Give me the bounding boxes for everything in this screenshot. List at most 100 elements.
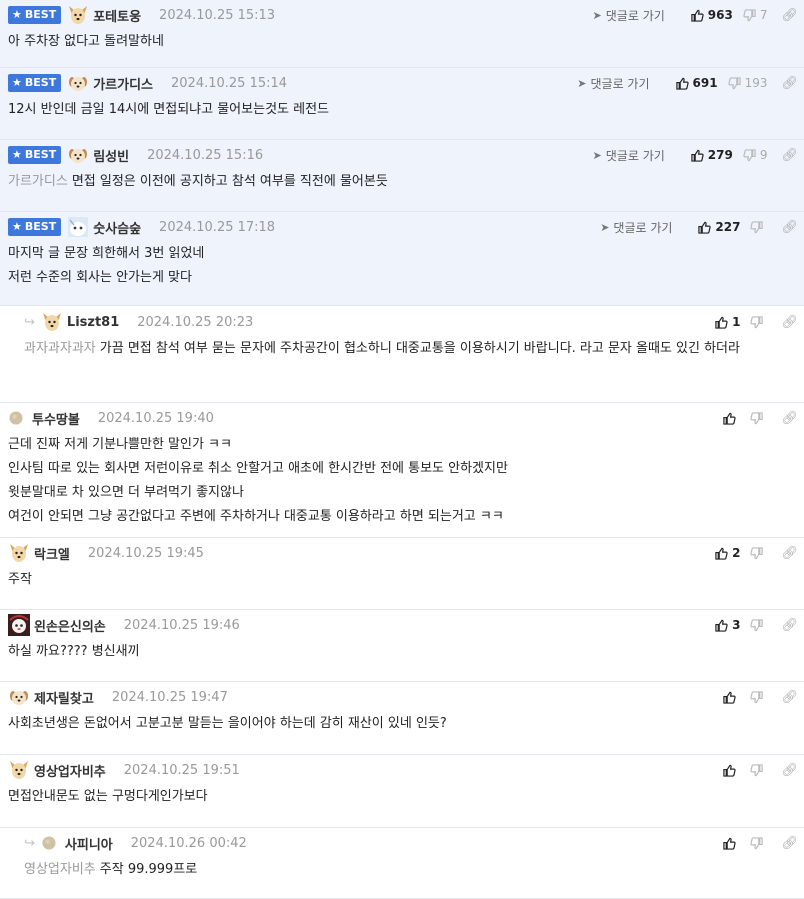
- send-icon: ➤: [592, 8, 602, 22]
- link-icon[interactable]: 🔗︎: [781, 76, 798, 91]
- avatar[interactable]: [41, 835, 57, 851]
- thumb-down-icon: [727, 76, 741, 90]
- avatar[interactable]: [8, 614, 30, 636]
- downvote-button[interactable]: [750, 618, 767, 632]
- nickname[interactable]: 제자릴찾고: [34, 688, 94, 707]
- comment: 왼손은신의손 2024.10.25 19:46 3 🔗︎ 하실 까요???? 병신새끼: [0, 610, 804, 682]
- comment-actions: 🔗︎: [713, 682, 798, 712]
- star-icon: ★: [12, 220, 22, 233]
- avatar[interactable]: [8, 759, 30, 781]
- comment-date: 2024.10.25 15:14: [171, 75, 288, 91]
- comment-actions: 3 🔗︎: [705, 610, 798, 640]
- downvote-button[interactable]: 7: [743, 8, 767, 22]
- avatar[interactable]: [8, 686, 30, 708]
- link-icon[interactable]: 🔗︎: [781, 8, 798, 23]
- downvote-button[interactable]: [750, 546, 767, 560]
- comment-header: 투수땅볼 2024.10.25 19:40: [0, 403, 804, 433]
- comment-date: 2024.10.25 17:18: [159, 219, 276, 235]
- link-icon[interactable]: 🔗︎: [781, 836, 798, 851]
- nickname[interactable]: Liszt81: [67, 315, 119, 330]
- upvote-button[interactable]: [723, 691, 740, 704]
- link-icon[interactable]: 🔗︎: [781, 220, 798, 235]
- link-icon[interactable]: 🔗︎: [781, 618, 798, 633]
- upvote-count: 279: [707, 148, 733, 162]
- comment-actions: 🔗︎: [713, 828, 798, 858]
- comment-header: 락크엘 2024.10.25 19:45: [0, 538, 804, 568]
- comment-date: 2024.10.25 15:16: [147, 147, 264, 163]
- link-icon[interactable]: 🔗︎: [781, 411, 798, 426]
- upvote-button[interactable]: 691: [675, 76, 718, 90]
- goto-comment-link[interactable]: ➤ 댓글로 가기: [600, 219, 672, 236]
- comment-body: 하실 까요???? 병신새끼: [0, 640, 804, 664]
- comment-line: 면접안내문도 없는 구멍다게인가보다: [8, 789, 208, 804]
- mention[interactable]: 영상업자비추: [24, 862, 96, 877]
- best-comment: ★ BEST 포테토웅 2024.10.25 15:13 ➤ 댓글로 가기 963 7 🔗︎ 아 …: [0, 0, 804, 68]
- downvote-count: 193: [744, 76, 768, 90]
- thumb-down-icon: [750, 836, 764, 850]
- upvote-button[interactable]: 227: [698, 220, 740, 234]
- nickname[interactable]: 사피니아: [65, 834, 113, 853]
- downvote-button[interactable]: 193: [727, 76, 768, 90]
- upvote-button[interactable]: 279: [691, 148, 733, 162]
- upvote-button[interactable]: [723, 412, 740, 425]
- downvote-button[interactable]: [750, 220, 767, 234]
- downvote-button[interactable]: [750, 690, 767, 704]
- thumb-up-icon: [723, 837, 737, 850]
- downvote-button[interactable]: 9: [743, 148, 767, 162]
- nickname[interactable]: 숫사슴숲: [93, 218, 141, 237]
- downvote-button[interactable]: [750, 763, 767, 777]
- nickname[interactable]: 림성빈: [93, 146, 129, 165]
- link-icon[interactable]: 🔗︎: [781, 315, 798, 330]
- upvote-button[interactable]: 1: [715, 315, 740, 329]
- avatar[interactable]: [8, 410, 24, 426]
- upvote-button[interactable]: 963: [691, 8, 733, 22]
- comment-line: 12시 반인데 금일 14시에 면접되냐고 물어보는것도 레전드: [8, 102, 329, 117]
- best-comment: ★ BEST 가르가디스 2024.10.25 15:14 ➤ 댓글로 가기 691 193 🔗…: [0, 68, 804, 140]
- nickname[interactable]: 영상업자비추: [34, 761, 106, 780]
- upvote-button[interactable]: 3: [715, 618, 740, 632]
- comment-body: 영상업자비추 주작 99.999프로: [0, 858, 804, 882]
- goto-comment-link[interactable]: ➤ 댓글로 가기: [577, 75, 649, 92]
- thumb-up-icon: [691, 149, 704, 162]
- upvote-button[interactable]: [723, 764, 740, 777]
- upvote-button[interactable]: 2: [715, 546, 740, 560]
- best-badge: ★ BEST: [8, 146, 62, 164]
- downvote-button[interactable]: [750, 836, 767, 850]
- comment-line: 과자과자과자 가끔 면접 참석 여부 묻는 문자에 주차공간이 협소하니 대중교통…: [24, 341, 740, 356]
- nickname[interactable]: 가르가디스: [93, 74, 153, 93]
- nickname[interactable]: 투수땅볼: [32, 409, 80, 428]
- avatar[interactable]: [67, 4, 89, 26]
- nickname[interactable]: 왼손은신의손: [34, 616, 106, 635]
- nickname[interactable]: 포테토웅: [93, 6, 141, 25]
- comment-body: 주작: [0, 568, 804, 592]
- mention[interactable]: 과자과자과자: [24, 341, 96, 356]
- goto-comment-link[interactable]: ➤ 댓글로 가기: [593, 7, 665, 24]
- thumb-up-icon: [715, 316, 728, 329]
- star-icon: ★: [12, 148, 22, 161]
- link-icon[interactable]: 🔗︎: [781, 148, 798, 163]
- upvote-count: 2: [732, 546, 741, 560]
- comment-date: 2024.10.25 19:45: [87, 545, 204, 561]
- thumb-up-icon: [723, 691, 737, 704]
- goto-comment-link[interactable]: ➤ 댓글로 가기: [593, 147, 665, 164]
- link-icon[interactable]: 🔗︎: [781, 763, 798, 778]
- avatar[interactable]: [8, 542, 30, 564]
- thumb-down-icon: [750, 546, 764, 560]
- best-comment: ★ BEST 림성빈 2024.10.25 15:16 ➤ 댓글로 가기 279 9 🔗︎ 가르가…: [0, 140, 804, 212]
- avatar[interactable]: [67, 72, 89, 94]
- comment-line: 여건이 안되면 그냥 공간없다고 주변에 주차하거나 대중교통 이용하라고 하면…: [8, 509, 504, 524]
- comment-date: 2024.10.25 19:51: [123, 762, 240, 778]
- upvote-button[interactable]: [723, 837, 740, 850]
- mention[interactable]: 가르가디스: [8, 174, 68, 189]
- avatar[interactable]: [67, 144, 89, 166]
- comment-actions: 1 🔗︎: [705, 307, 798, 337]
- avatar[interactable]: [67, 216, 89, 238]
- comment-body: 마지막 글 문장 희한해서 3번 읽었네 저런 수준의 회사는 안가는게 맞다: [0, 242, 804, 290]
- link-icon[interactable]: 🔗︎: [781, 546, 798, 561]
- downvote-button[interactable]: [750, 411, 767, 425]
- nickname[interactable]: 락크엘: [34, 544, 70, 563]
- avatar[interactable]: [41, 311, 63, 333]
- link-icon[interactable]: 🔗︎: [781, 690, 798, 705]
- downvote-button[interactable]: [750, 315, 767, 329]
- thumb-down-icon: [743, 8, 756, 22]
